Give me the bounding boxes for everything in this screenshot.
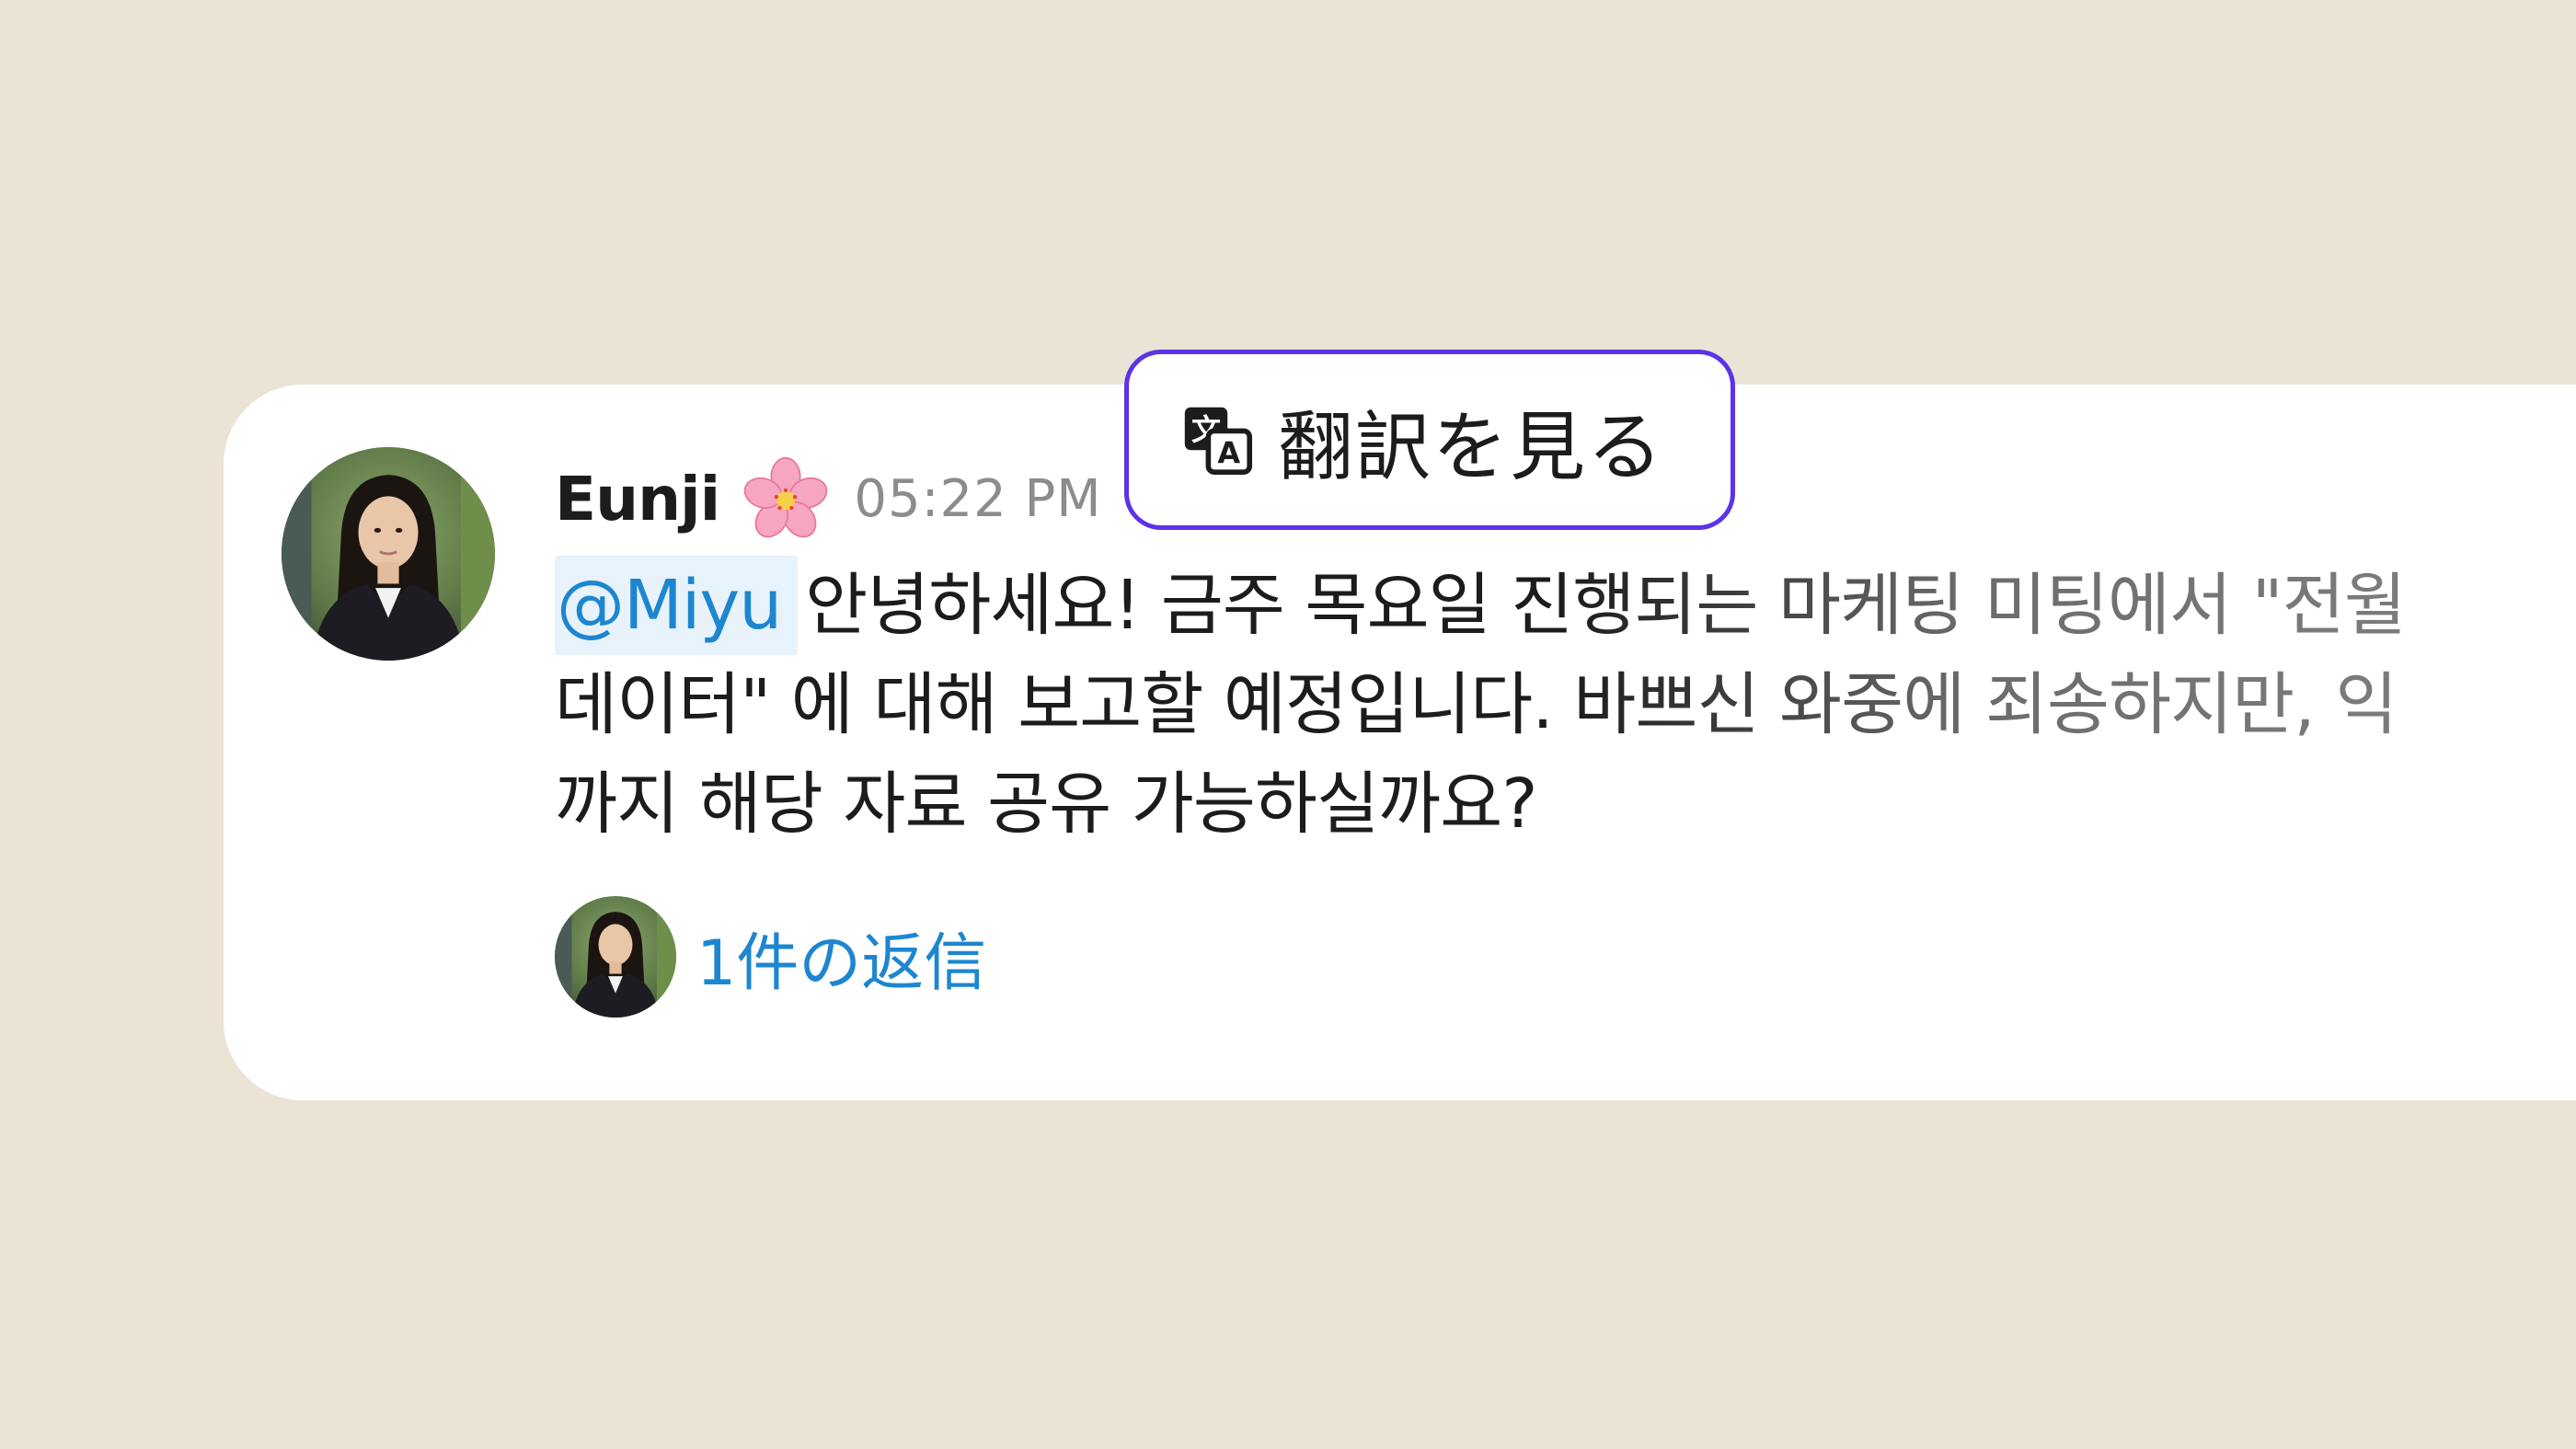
thread-replies[interactable]: 1件の返信 <box>555 896 986 1018</box>
view-translation-button[interactable]: 文 A 翻訳を見る <box>1124 350 1735 530</box>
translate-icon: 文 A <box>1180 403 1254 477</box>
author-avatar[interactable] <box>282 447 495 661</box>
author-name[interactable]: Eunji <box>555 464 720 535</box>
view-translation-label: 翻訳を見る <box>1278 403 1665 491</box>
avatar-photo-icon <box>282 447 495 661</box>
message-line-1-text: 안녕하세요! 금주 목요일 진행되는 마케팅 미팅에서 "전월 <box>805 566 2407 645</box>
message-line-3: 까지 해당 자료 공유 가능하실까요? <box>555 765 1538 844</box>
message-timestamp[interactable]: 05:22 PM <box>854 469 1101 529</box>
user-mention[interactable]: @Miyu <box>555 556 799 655</box>
reply-avatar[interactable] <box>555 896 676 1018</box>
message-text: @Miyu 안녕하세요! 금주 목요일 진행되는 마케팅 미팅에서 "전월 데이터… <box>555 556 2576 854</box>
cherry-blossom-icon[interactable] <box>743 456 828 541</box>
message-line-1: @Miyu 안녕하세요! 금주 목요일 진행되는 마케팅 미팅에서 "전월 <box>555 556 2576 655</box>
message-line-2: 데이터" 에 대해 보고할 예정입니다. 바쁘신 와중에 죄송하지만, 익 <box>555 665 2398 744</box>
reply-avatar-photo-icon <box>555 896 676 1018</box>
reply-count-link[interactable]: 1件の返信 <box>696 912 986 1003</box>
message-header: Eunji 05:22 PM <box>555 453 1102 545</box>
svg-text:A: A <box>1217 436 1240 471</box>
canvas: Eunji 05:22 PM @Miyu 안녕하세요! 금주 목요일 진행되는 … <box>0 0 2576 1449</box>
